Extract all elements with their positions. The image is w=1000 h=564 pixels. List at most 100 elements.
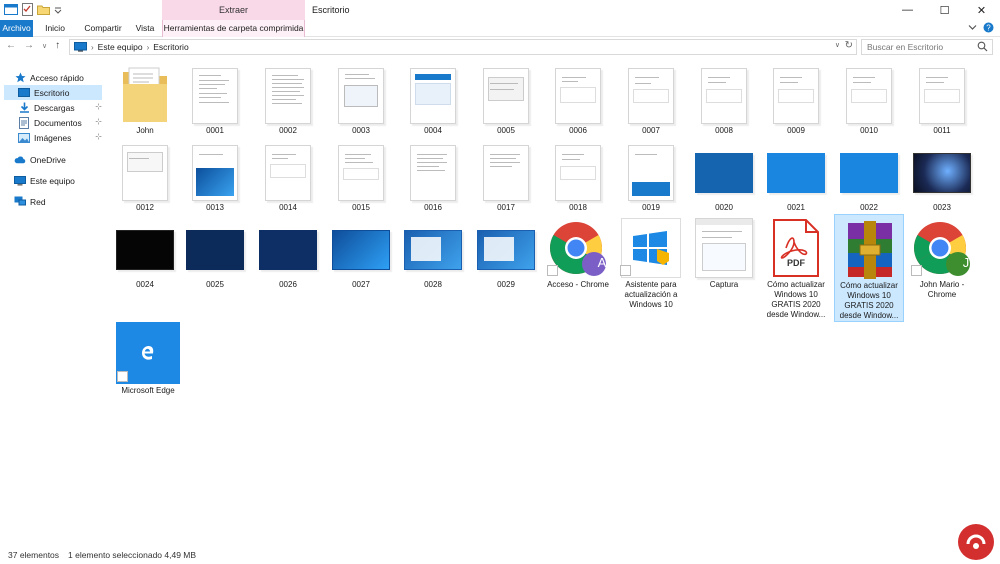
close-button[interactable]: ✕	[963, 0, 1000, 20]
watermark-logo-icon	[958, 524, 994, 560]
forward-arrow-icon[interactable]: →	[24, 40, 34, 51]
maximize-button[interactable]: ☐	[926, 0, 963, 20]
computer-icon	[14, 175, 26, 187]
file-item[interactable]: 0019	[616, 137, 686, 213]
nav-item-este-equipo[interactable]: Este equipo	[14, 173, 104, 188]
file-item[interactable]: 0007	[616, 60, 686, 136]
tab-archivo[interactable]: Archivo	[0, 20, 33, 37]
address-bar[interactable]: › Este equipo › Escritorio ∨ ↻	[69, 39, 857, 55]
window-title: Escritorio	[312, 5, 350, 15]
file-item[interactable]: 0022	[834, 137, 904, 213]
file-item[interactable]: 0024	[110, 214, 180, 290]
tab-inicio[interactable]: Inicio	[38, 20, 72, 37]
breadcrumb-este-equipo[interactable]: Este equipo	[98, 42, 143, 52]
tab-herramientas-carpeta-comprimida[interactable]: Herramientas de carpeta comprimida	[162, 20, 305, 37]
file-item[interactable]: PDF Cómo actualizar Windows 10 GRATIS 20…	[761, 214, 831, 320]
file-item[interactable]: J John Mario - Chrome	[907, 214, 977, 300]
nav-item-onedrive[interactable]: OneDrive	[14, 152, 104, 167]
file-item[interactable]: 0023	[907, 137, 977, 213]
nav-item-imagenes[interactable]: Imágenes ⊹	[18, 130, 102, 145]
file-label: 0020	[715, 203, 733, 212]
file-label: John	[136, 126, 154, 135]
file-item[interactable]: 0027	[326, 214, 396, 290]
file-item[interactable]: A Acceso - Chrome	[543, 214, 613, 290]
nav-item-label: Descargas	[34, 102, 75, 113]
file-item[interactable]: 0001	[180, 60, 250, 136]
file-item[interactable]: 0028	[398, 214, 468, 290]
file-item[interactable]: 0006	[543, 60, 613, 136]
document-icon	[18, 116, 30, 129]
screenshot-thumbnail	[628, 145, 674, 201]
nav-item-acceso-rapido[interactable]: Acceso rápido	[14, 70, 104, 85]
back-arrow-icon[interactable]: ←	[6, 40, 16, 51]
pin-icon[interactable]: ⊹	[95, 132, 102, 141]
file-label: John Mario - Chrome	[919, 280, 965, 299]
document-thumbnail	[265, 68, 311, 124]
file-item[interactable]: Microsoft Edge	[113, 320, 183, 396]
file-item[interactable]: 0015	[326, 137, 396, 213]
nav-item-label: Escritorio	[34, 87, 70, 98]
file-item[interactable]: 0017	[471, 137, 541, 213]
pin-icon[interactable]: ⊹	[95, 102, 102, 111]
file-item[interactable]: 0012	[110, 137, 180, 213]
file-item[interactable]: 0011	[907, 60, 977, 136]
file-item[interactable]: 0025	[180, 214, 250, 290]
file-item[interactable]: 0018	[543, 137, 613, 213]
file-label: Captura	[709, 280, 739, 289]
expand-ribbon-chevron-icon[interactable]	[968, 24, 977, 31]
nav-item-label: Este equipo	[30, 175, 75, 186]
pin-icon[interactable]: ⊹	[95, 117, 102, 126]
file-item[interactable]: 0014	[253, 137, 323, 213]
tab-compartir[interactable]: Compartir	[78, 20, 128, 37]
screenshot-thumbnail	[483, 145, 529, 201]
file-label: 0006	[569, 126, 587, 135]
file-item[interactable]: 0002	[253, 60, 323, 136]
nav-item-descargas[interactable]: Descargas ⊹	[18, 100, 102, 115]
file-label: 0009	[787, 126, 805, 135]
file-item[interactable]: 0009	[761, 60, 831, 136]
file-item[interactable]: Asistente para actualización a Windows 1…	[616, 214, 686, 310]
up-arrow-icon[interactable]: ↑	[55, 40, 60, 51]
tab-vista[interactable]: Vista	[130, 20, 160, 37]
nav-item-documentos[interactable]: Documentos ⊹	[18, 115, 102, 130]
file-label: 0010	[860, 126, 878, 135]
screenshot-thumbnail	[840, 153, 898, 193]
cloud-icon	[14, 154, 26, 166]
new-folder-icon[interactable]	[37, 4, 50, 15]
customize-toolbar-chevron-icon[interactable]	[54, 6, 62, 14]
search-placeholder: Buscar en Escritorio	[867, 42, 944, 52]
nav-item-red[interactable]: Red	[14, 194, 104, 209]
address-dropdown-chevron-icon[interactable]: ∨	[835, 41, 840, 49]
properties-icon[interactable]	[22, 3, 33, 16]
ribbon-right-controls: ?	[968, 22, 994, 33]
file-item[interactable]: 0013	[180, 137, 250, 213]
file-label: 0021	[787, 203, 805, 212]
file-item[interactable]: 0008	[689, 60, 759, 136]
file-item[interactable]: 0016	[398, 137, 468, 213]
file-label: 0015	[352, 203, 370, 212]
file-item[interactable]: John	[110, 60, 180, 136]
file-label: 0023	[933, 203, 951, 212]
minimize-button[interactable]: —	[889, 0, 926, 20]
file-item[interactable]: 0003	[326, 60, 396, 136]
breadcrumb-escritorio[interactable]: Escritorio	[153, 42, 188, 52]
recent-locations-chevron-icon[interactable]: ∨	[42, 42, 47, 50]
screenshot-thumbnail	[555, 68, 601, 124]
file-item[interactable]: 0005	[471, 60, 541, 136]
file-item[interactable]: 0004	[398, 60, 468, 136]
file-item[interactable]: Captura	[689, 214, 759, 290]
star-icon	[14, 72, 26, 84]
help-icon[interactable]: ?	[983, 22, 994, 33]
refresh-icon[interactable]: ↻	[845, 40, 853, 51]
file-item[interactable]: 0029	[471, 214, 541, 290]
file-item[interactable]: 0010	[834, 60, 904, 136]
file-item-selected[interactable]: Cómo actualizar Windows 10 GRATIS 2020 d…	[834, 214, 904, 322]
pdf-badge-text: PDF	[787, 258, 805, 268]
nav-item-escritorio[interactable]: Escritorio	[4, 85, 102, 100]
file-item[interactable]: 0026	[253, 214, 323, 290]
file-item[interactable]: 0021	[761, 137, 831, 213]
file-item[interactable]: 0020	[689, 137, 759, 213]
item-count: 37 elementos	[8, 550, 60, 560]
search-box[interactable]: Buscar en Escritorio	[861, 39, 993, 55]
file-label: 0028	[424, 280, 442, 289]
